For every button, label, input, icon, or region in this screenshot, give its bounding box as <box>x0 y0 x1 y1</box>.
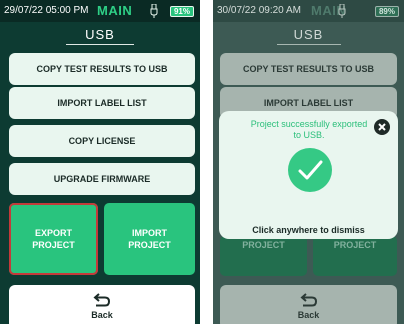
export-project-tile: PROJECT <box>220 236 307 276</box>
import-project-button[interactable]: IMPORT PROJECT <box>104 203 195 275</box>
title-underline <box>66 44 134 45</box>
status-bar: 30/07/22 09:20 AM MAIN 89% <box>213 0 404 22</box>
status-time: 30/07/22 09:20 AM <box>217 5 301 16</box>
close-icon <box>378 123 386 131</box>
export-project-button[interactable]: EXPORT PROJECT <box>9 203 98 275</box>
back-arrow-icon <box>299 293 317 307</box>
import-project-tile: PROJECT <box>313 236 397 276</box>
import-label-list-button[interactable]: IMPORT LABEL LIST <box>9 87 195 119</box>
page-title: USB <box>85 27 115 42</box>
back-label: Back <box>297 310 320 320</box>
back-button: Back <box>220 285 397 324</box>
export-project-label: PROJECT <box>242 240 285 250</box>
back-button[interactable]: Back <box>9 285 195 324</box>
usb-icon <box>150 4 158 18</box>
status-bar: 29/07/22 05:00 PM MAIN 91% <box>0 0 200 22</box>
success-message: Project successfully exported to USB. <box>250 119 368 140</box>
usb-icon <box>338 4 346 18</box>
close-button[interactable] <box>374 119 390 135</box>
status-mode: MAIN <box>97 3 133 18</box>
success-checkmark <box>288 148 332 192</box>
title-underline <box>277 44 341 45</box>
usb-screen-right: 30/07/22 09:20 AM MAIN 89% USB COPY TEST… <box>213 0 404 324</box>
copy-test-results-button[interactable]: COPY TEST RESULTS TO USB <box>9 53 195 85</box>
export-success-dialog[interactable]: Project successfully exported to USB. Cl… <box>219 111 398 239</box>
import-project-label: PROJECT <box>333 240 377 250</box>
export-project-label: EXPORT PROJECT <box>32 228 75 250</box>
copy-test-results-button: COPY TEST RESULTS TO USB <box>220 53 397 85</box>
back-arrow-icon <box>93 293 111 307</box>
back-label: Back <box>91 310 113 320</box>
status-time: 29/07/22 05:00 PM <box>4 5 89 16</box>
usb-screen-left: 29/07/22 05:00 PM MAIN 91% USB COPY TEST… <box>0 0 200 324</box>
page-title: USB <box>293 27 324 42</box>
battery-icon: 91% <box>170 6 194 17</box>
checkmark-icon <box>298 160 323 180</box>
battery-icon: 89% <box>375 6 399 17</box>
import-project-label: IMPORT PROJECT <box>128 228 171 250</box>
upgrade-firmware-button[interactable]: UPGRADE FIRMWARE <box>9 163 195 195</box>
copy-license-button[interactable]: COPY LICENSE <box>9 125 195 157</box>
dismiss-hint: Click anywhere to dismiss <box>252 225 365 235</box>
